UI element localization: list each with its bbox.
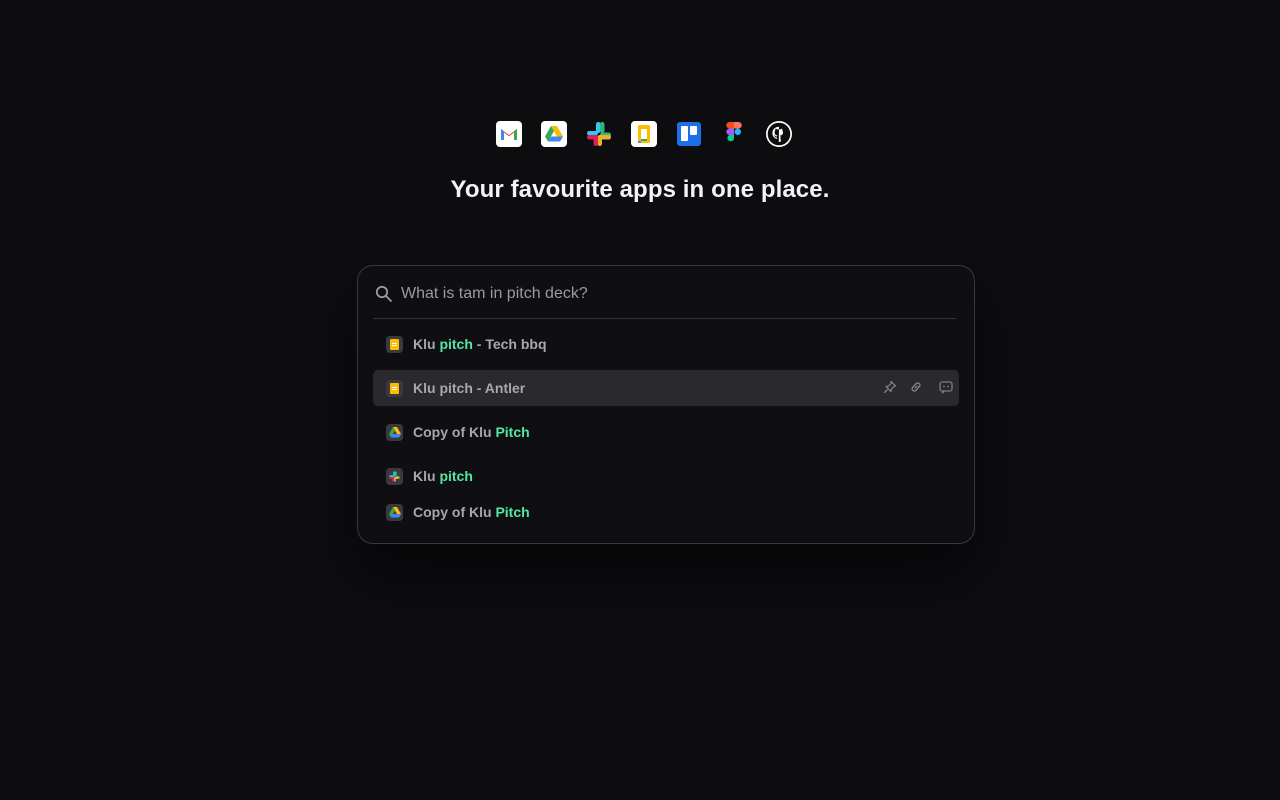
google-keep-icon[interactable] bbox=[631, 121, 657, 147]
result-item-active[interactable]: Klu pitch - Antler bbox=[373, 370, 959, 406]
result-title: Copy of Klu Pitch bbox=[413, 424, 530, 440]
result-item[interactable]: Klu pitch - Tech bbq bbox=[373, 326, 959, 362]
result-title: Klu pitch - Antler bbox=[413, 380, 526, 396]
result-title: Copy of Klu Pitch bbox=[413, 504, 530, 520]
slack-icon[interactable] bbox=[586, 121, 612, 147]
result-item[interactable]: Copy of Klu Pitch bbox=[373, 414, 959, 450]
figma-icon[interactable] bbox=[721, 121, 747, 147]
chat-icon[interactable] bbox=[938, 379, 954, 395]
result-actions bbox=[882, 379, 954, 395]
search-panel: Klu pitch - Tech bbq Klu pitch - Antler … bbox=[357, 265, 975, 544]
result-title: Klu pitch bbox=[413, 468, 473, 484]
result-item[interactable]: Copy of Klu Pitch bbox=[373, 494, 959, 530]
pin-icon[interactable] bbox=[882, 379, 898, 395]
slack-icon bbox=[386, 467, 403, 485]
result-title: Klu pitch - Tech bbq bbox=[413, 336, 547, 352]
google-doc-icon bbox=[386, 379, 403, 397]
search-input[interactable] bbox=[401, 282, 941, 306]
page-headline: Your favourite apps in one place. bbox=[450, 176, 830, 203]
app-icons-row bbox=[0, 121, 1280, 147]
trello-icon[interactable] bbox=[676, 121, 702, 147]
google-drive-icon[interactable] bbox=[541, 121, 567, 147]
github-icon[interactable] bbox=[766, 121, 792, 147]
google-drive-icon bbox=[386, 423, 403, 441]
link-icon[interactable] bbox=[908, 379, 924, 395]
search-bar bbox=[373, 266, 956, 319]
result-item[interactable]: Klu pitch bbox=[373, 458, 959, 494]
gmail-icon[interactable] bbox=[496, 121, 522, 147]
google-drive-icon bbox=[386, 503, 403, 521]
google-doc-icon bbox=[386, 335, 403, 353]
search-icon bbox=[375, 285, 392, 302]
